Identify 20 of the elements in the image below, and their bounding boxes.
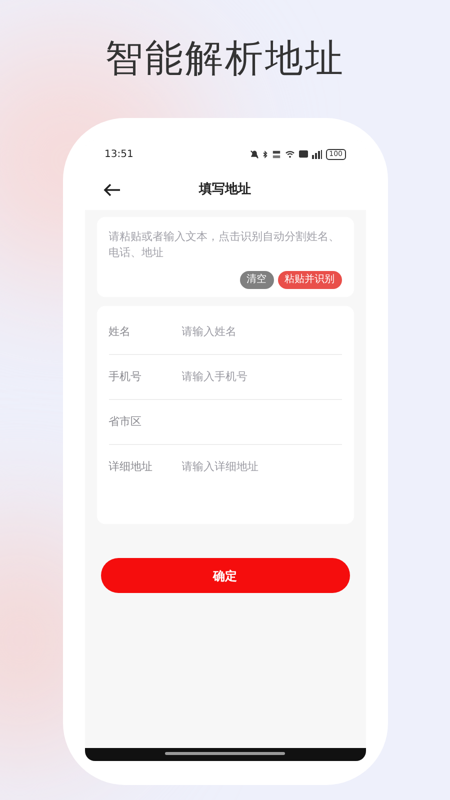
input-field[interactable]: 请输入详细地址 (182, 459, 342, 475)
signal-icon (312, 150, 322, 158)
clear-button[interactable]: 清空 (240, 271, 274, 289)
field-label: 省市区 (108, 414, 142, 430)
paste-recognize-button[interactable]: 粘贴并识别 (278, 271, 342, 289)
input-field[interactable]: 请输入手机号 (182, 369, 342, 385)
field-label: 姓名 (108, 324, 132, 340)
field-label: 手机号 (108, 369, 142, 385)
input-field[interactable]: 请输入姓名 (182, 324, 342, 340)
page-title: 填写地址 (199, 181, 251, 200)
headline: 智能解析地址 (105, 35, 345, 82)
bluetooth-icon (263, 150, 268, 158)
confirm-button[interactable]: 确定 (100, 558, 350, 593)
back-arrow-icon (102, 183, 120, 197)
paste-text-field[interactable]: 请粘贴或者输入文本，点击识别自动分割姓名、电话、地址 清空 粘贴并识别 (96, 217, 354, 297)
mute-icon (250, 150, 260, 158)
wifi-icon (285, 150, 296, 158)
field-label: 详细地址 (108, 459, 154, 475)
back-button[interactable] (102, 183, 120, 197)
status-time: 13:51 (104, 148, 134, 162)
